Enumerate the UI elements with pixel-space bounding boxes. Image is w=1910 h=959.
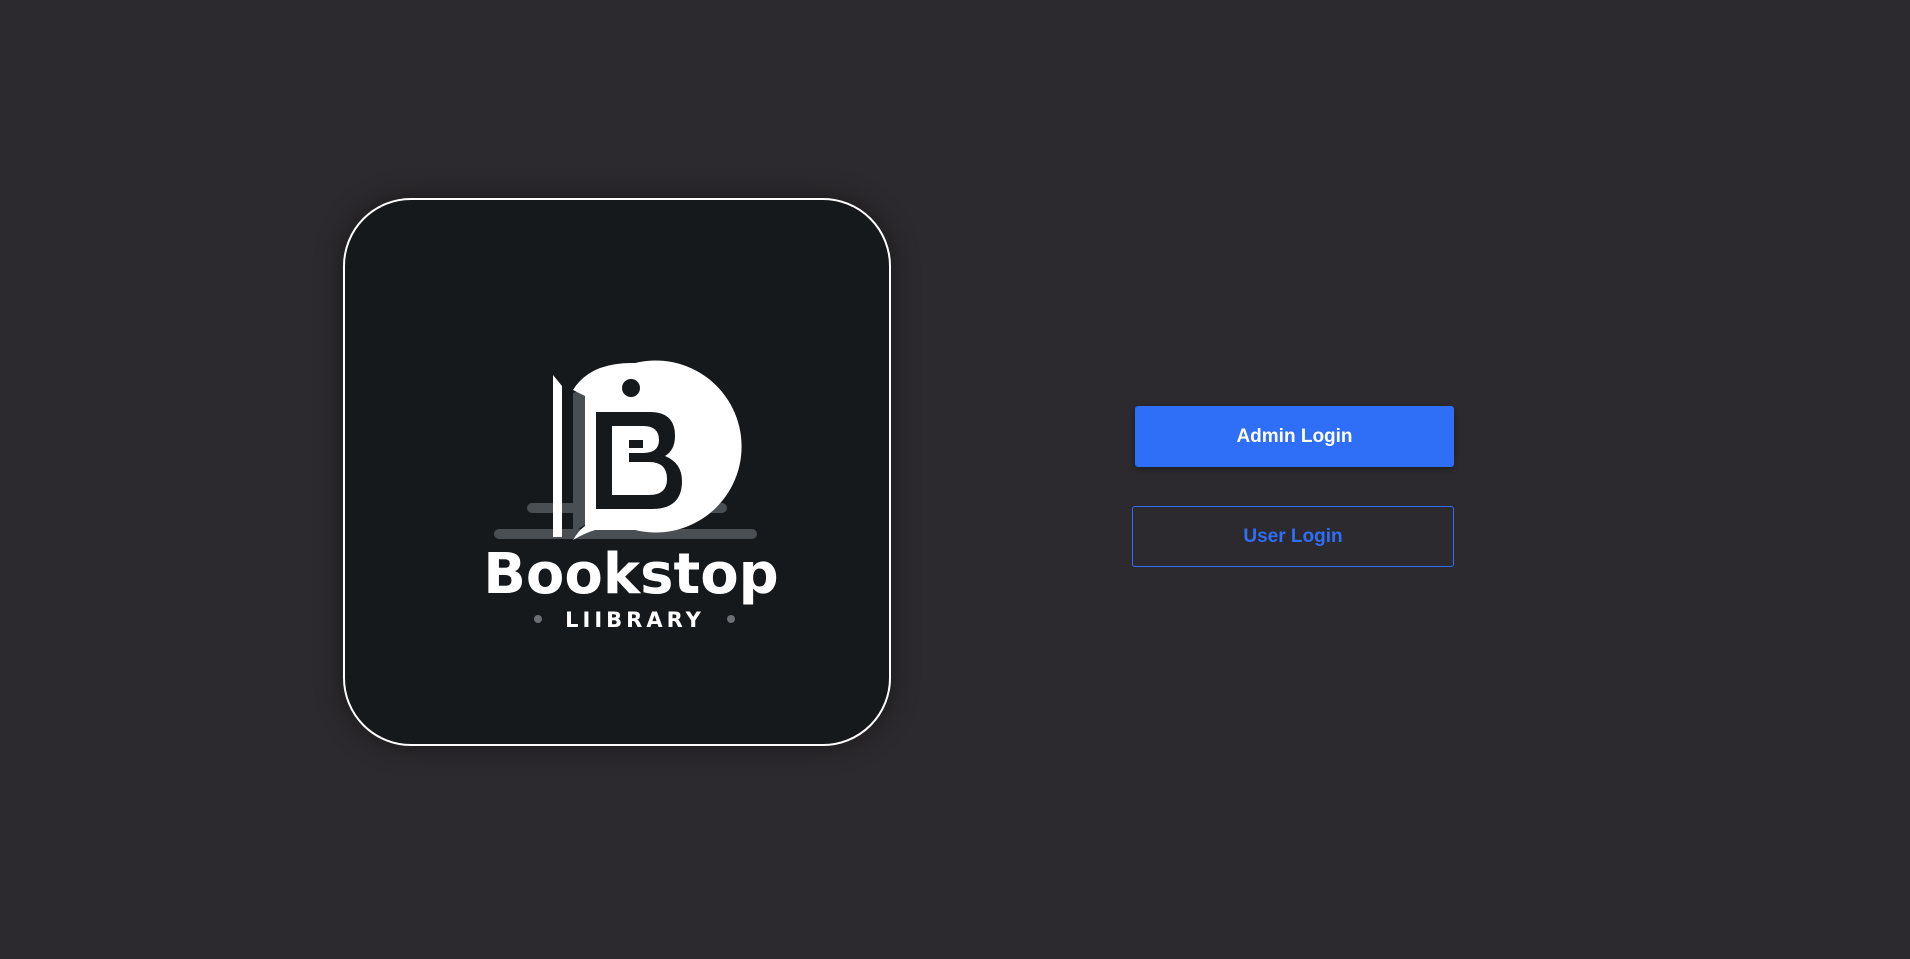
brand-name: Bookstop bbox=[483, 542, 779, 607]
cover-dot bbox=[622, 379, 640, 397]
shelf-line-bottom bbox=[494, 529, 757, 539]
brand-subtitle: LIIBRARY bbox=[565, 608, 705, 632]
login-page: Bookstop LIIBRARY Admin Login User Login bbox=[0, 0, 1910, 959]
book-page bbox=[573, 388, 585, 532]
user-login-button[interactable]: User Login bbox=[1132, 506, 1454, 567]
book-spine bbox=[553, 375, 562, 537]
user-login-label: User Login bbox=[1243, 525, 1343, 547]
subtitle-dot-left bbox=[534, 615, 542, 623]
admin-login-label: Admin Login bbox=[1236, 425, 1353, 447]
admin-login-button[interactable]: Admin Login bbox=[1135, 406, 1454, 467]
bookstop-logo: Bookstop LIIBRARY bbox=[483, 360, 779, 632]
monogram-b-notch bbox=[629, 440, 643, 448]
logo-card: Bookstop LIIBRARY bbox=[343, 198, 891, 746]
subtitle-dot-right bbox=[727, 615, 735, 623]
